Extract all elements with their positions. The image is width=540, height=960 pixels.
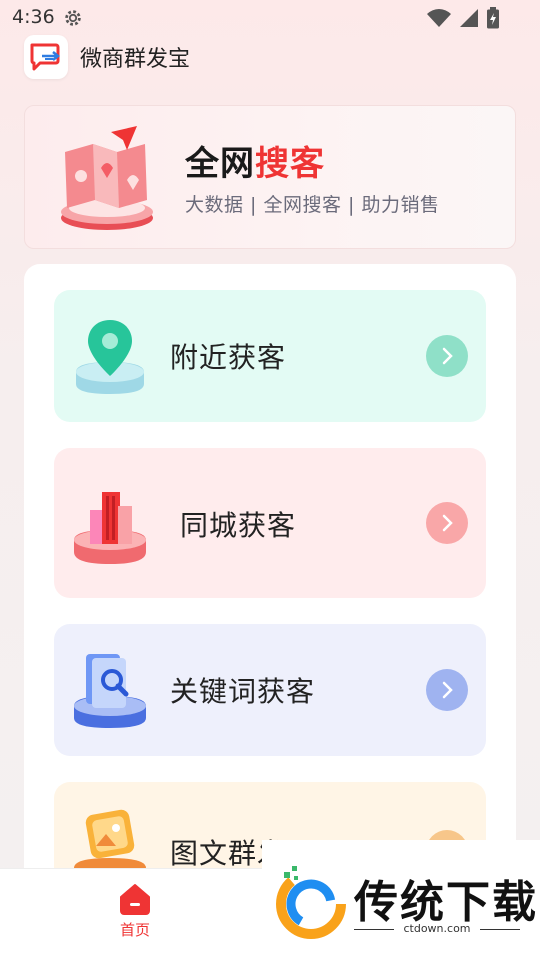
chevron-right-icon[interactable] bbox=[426, 502, 468, 544]
search-customers-banner[interactable]: 全网搜客 大数据 | 全网搜客 | 助力销售 bbox=[24, 105, 516, 249]
nav-home-tab[interactable]: 首页 bbox=[100, 883, 170, 953]
chevron-right-icon[interactable] bbox=[426, 669, 468, 711]
feature-same-city-customers[interactable]: 同城获客 bbox=[54, 448, 486, 598]
watermark-text: 传统下载 bbox=[354, 877, 538, 928]
map-pin-illustration-icon bbox=[61, 126, 153, 230]
banner-title: 全网搜客 bbox=[185, 136, 325, 185]
app-title: 微商群发宝 bbox=[80, 47, 191, 72]
home-icon bbox=[120, 884, 150, 915]
city-buildings-icon bbox=[74, 492, 146, 564]
feature-label: 同城获客 bbox=[180, 509, 297, 542]
status-time: 4:36 bbox=[12, 6, 55, 28]
banner-title-part1: 全网 bbox=[185, 144, 255, 184]
banner-subtitle: 大数据 | 全网搜客 | 助力销售 bbox=[185, 194, 440, 216]
chevron-right-icon[interactable] bbox=[426, 335, 468, 377]
feature-card-container: 附近获客 同城获客 关键词获客 图文群发 bbox=[24, 264, 516, 922]
chat-send-icon bbox=[30, 43, 61, 71]
signal-icon bbox=[460, 9, 478, 27]
watermark: 传统下载 ctdown.com bbox=[262, 840, 540, 960]
wifi-icon bbox=[427, 9, 451, 27]
location-pin-icon bbox=[76, 320, 144, 394]
watermark-url: ctdown.com bbox=[354, 922, 520, 935]
feature-nearby-customers[interactable]: 附近获客 bbox=[54, 290, 486, 422]
feature-label: 关键词获客 bbox=[170, 675, 316, 708]
settings-gear-icon bbox=[65, 10, 81, 26]
status-bar: 4:36 bbox=[0, 0, 540, 36]
feature-keyword-customers[interactable]: 关键词获客 bbox=[54, 624, 486, 756]
app-header: 微商群发宝 bbox=[24, 34, 190, 80]
banner-title-part2: 搜客 bbox=[255, 144, 325, 184]
feature-label: 附近获客 bbox=[170, 341, 287, 374]
nav-home-label: 首页 bbox=[119, 921, 150, 939]
watermark-logo-icon bbox=[276, 866, 346, 939]
app-logo bbox=[24, 35, 68, 79]
status-icons bbox=[426, 7, 500, 29]
document-search-icon bbox=[74, 654, 146, 728]
battery-icon bbox=[487, 7, 499, 29]
